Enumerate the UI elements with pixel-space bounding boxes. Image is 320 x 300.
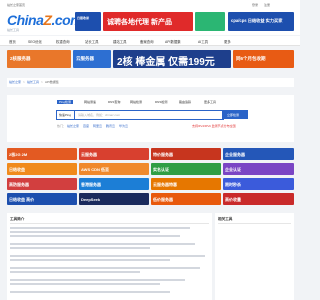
search-note: 支持IPv4/IPv6 监测节点分布全国 — [192, 124, 236, 128]
grid-ad-banner[interactable]: 香港服务器 — [79, 178, 149, 190]
tab-ping[interactable]: Ping检测 — [57, 100, 74, 104]
grid-ad-banner[interactable]: 日结收益 高价 — [7, 193, 77, 205]
breadcrumb-item[interactable]: 站长之家 — [9, 80, 21, 84]
main-nav: 首页 SEO优化 权重查询 站长工具 建站工具 备案查询 API数据集 AI工具… — [0, 36, 300, 46]
header-ad-right[interactable]: cpa/cps 日结收益 实力买家 — [228, 12, 294, 31]
nav-item-home[interactable]: 首页 — [9, 39, 16, 44]
grid-ad-banner[interactable]: 特价服务器 — [151, 148, 221, 160]
breadcrumb-sep: > — [23, 80, 25, 84]
search-button[interactable]: 立即检测 — [222, 110, 248, 119]
topbar-link-home[interactable]: 站长之家首页 — [7, 3, 25, 7]
banner-ad-4[interactable]: 同6个月包收期 — [233, 50, 294, 68]
breadcrumb-item[interactable]: 站长工具 — [27, 80, 39, 84]
logo-subtitle: 站长工具 — [7, 28, 20, 32]
header-ad-small[interactable]: 日照收录 — [75, 12, 101, 31]
nav-item-api[interactable]: API数据集 — [165, 39, 181, 44]
search-panel: Ping检测 网站测速 DNS查询 网站检测 DNS检测 路由追踪 更多工具 快… — [7, 95, 294, 142]
breadcrumb: 站长之家 > 站长工具 > API数据集 — [7, 78, 294, 87]
banner-ad-1[interactable]: 2核服务器 — [7, 50, 71, 68]
grid-ad-banner[interactable]: DeepSeek — [79, 193, 149, 205]
hot-link[interactable]: 阿里云 — [93, 124, 102, 128]
tab-trace[interactable]: 路由追踪 — [179, 100, 191, 104]
breadcrumb-item: API数据集 — [45, 80, 59, 84]
mode-select[interactable]: 快速Ping — [56, 110, 76, 120]
nav-item-beian[interactable]: 备案查询 — [140, 39, 154, 44]
side-title: 相关工具 — [218, 217, 233, 221]
nav-item-seo[interactable]: SEO优化 — [28, 39, 42, 44]
grid-ad-banner[interactable]: 云服务器特惠 — [151, 178, 221, 190]
tab-more[interactable]: 更多工具 — [204, 100, 216, 104]
grid-ad-banner[interactable]: 企业服务器 — [223, 148, 294, 160]
grid-ad-banner[interactable]: 云服务器 — [79, 148, 149, 160]
hot-link[interactable]: 百度 — [83, 124, 89, 128]
tab-dns[interactable]: DNS查询 — [108, 100, 120, 104]
tab-site-check[interactable]: 网站检测 — [130, 100, 142, 104]
nav-item-tools[interactable]: 站长工具 — [85, 39, 99, 44]
header-ad-main[interactable]: 诚聘各地代理 新产品 — [103, 12, 193, 31]
breadcrumb-sep: > — [41, 80, 43, 84]
search-input[interactable]: 请输入域名，例如：chinaz.com — [74, 110, 224, 120]
grid-ad-banner[interactable]: 限时秒杀 — [223, 178, 294, 190]
grid-ad-banner[interactable]: 企业认证 — [223, 163, 294, 175]
grid-ad-banner[interactable]: AWS CDN 低至 — [79, 163, 149, 175]
nav-item-build[interactable]: 建站工具 — [113, 39, 127, 44]
hot-label: 热门： — [57, 124, 67, 128]
topbar-link-login[interactable]: 登录 — [252, 3, 258, 7]
hot-link[interactable]: 站长之家 — [67, 124, 79, 128]
grid-ad-banner[interactable]: 低价服务器 — [151, 193, 221, 205]
nav-item-more[interactable]: 更多 — [224, 39, 231, 44]
site-logo[interactable]: ChinaZ.com — [7, 12, 83, 28]
grid-ad-banner[interactable]: 实名认证 — [151, 163, 221, 175]
hot-link[interactable]: 腾讯云 — [106, 124, 115, 128]
grid-ad-banner[interactable]: 高价收量 — [223, 193, 294, 205]
nav-item-weight[interactable]: 权重查询 — [56, 39, 70, 44]
nav-item-ai[interactable]: AI工具 — [198, 39, 208, 44]
grid-ad-banner[interactable]: 2核2G 2M — [7, 148, 77, 160]
hot-link[interactable]: 华为云 — [119, 124, 128, 128]
banner-ad-3[interactable]: 2核 棒金属 仅需199元 — [113, 50, 231, 68]
side-panel: 相关工具 — [215, 213, 294, 300]
topbar-link-register[interactable]: 注册 — [264, 3, 270, 7]
grid-ad-banner[interactable]: 日结收益 — [7, 163, 77, 175]
tab-dns-check[interactable]: DNS检测 — [155, 100, 167, 104]
banner-ad-2[interactable]: 云服务器 — [73, 50, 111, 68]
tab-speed[interactable]: 网站测速 — [84, 100, 96, 104]
grid-ad-banner[interactable]: 高防服务器 — [7, 178, 77, 190]
header-ad-green[interactable] — [195, 12, 225, 31]
intro-title: 工具简介 — [10, 217, 25, 221]
intro-panel: 工具简介 — [7, 213, 212, 300]
